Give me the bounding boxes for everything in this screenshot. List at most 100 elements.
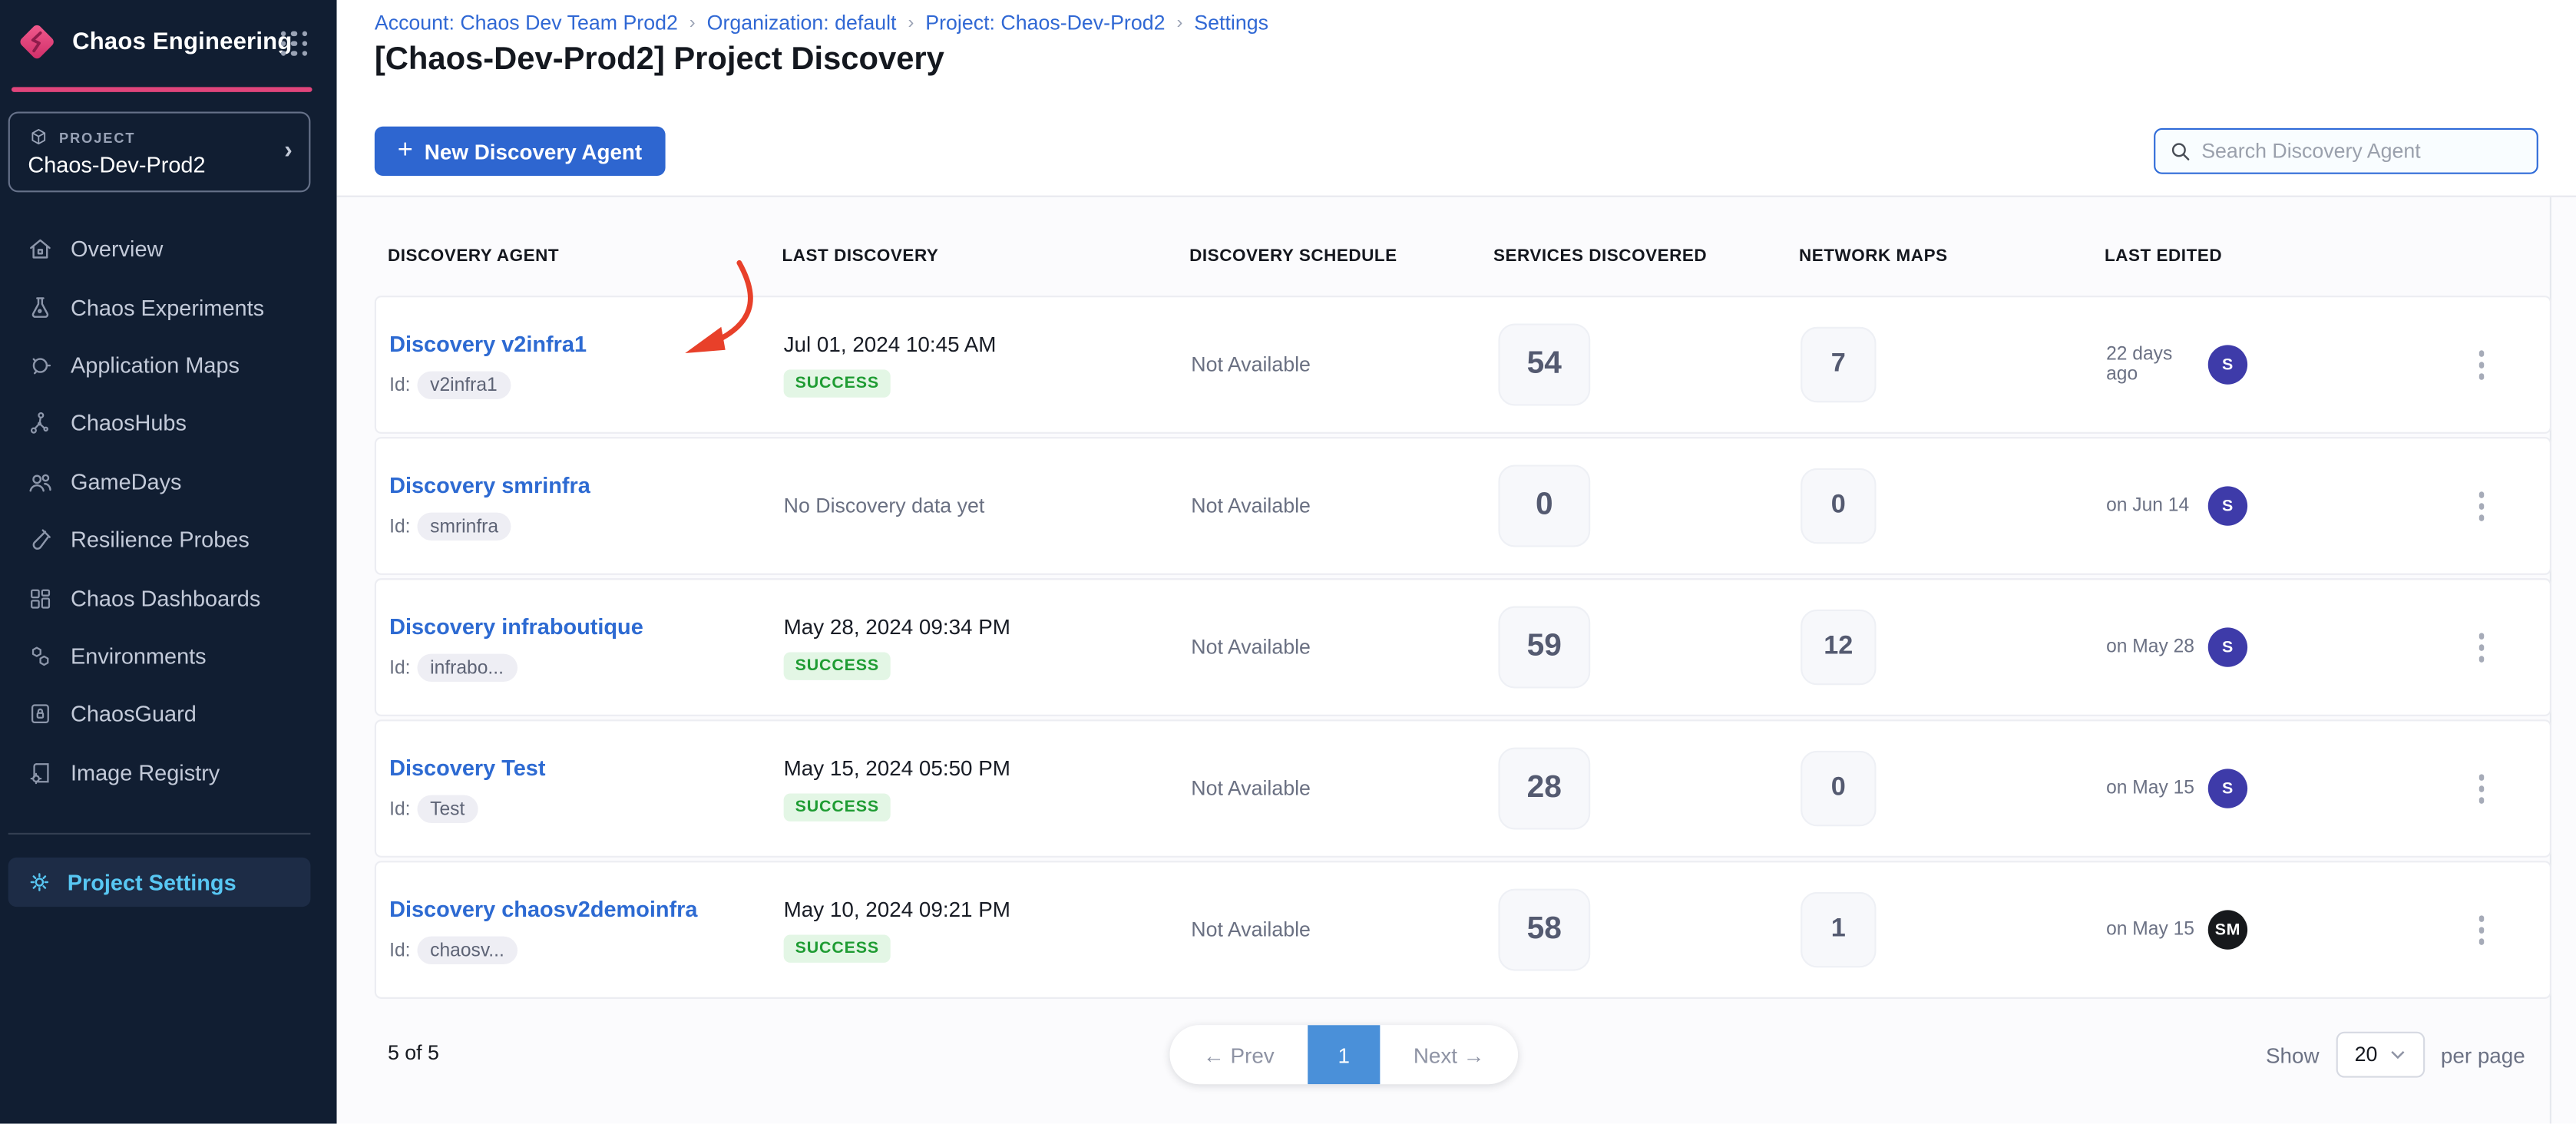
sidebar-item-label: ChaosGuard bbox=[71, 702, 197, 726]
page-size-select[interactable]: 20 bbox=[2336, 1032, 2425, 1078]
sidebar-item-image-registry[interactable]: Image Registry bbox=[0, 743, 337, 802]
brand-header: Chaos Engineering bbox=[0, 0, 337, 87]
network-maps-count: 0 bbox=[1801, 468, 1876, 544]
chaos-engineering-app: Chaos Engineering PROJECT Chaos-Dev-Prod… bbox=[0, 0, 2576, 1124]
avatar[interactable]: S bbox=[2208, 486, 2247, 525]
new-discovery-agent-button[interactable]: + New Discovery Agent bbox=[375, 127, 665, 176]
sidebar-item-overview[interactable]: Overview bbox=[0, 220, 337, 279]
last-discovery-cell: No Discovery data yet bbox=[784, 494, 1192, 517]
discovery-schedule-cell: Not Available bbox=[1191, 636, 1495, 659]
agent-id: Id:smrinfra bbox=[389, 513, 784, 541]
accent-bar bbox=[12, 87, 312, 91]
search-input[interactable] bbox=[2201, 140, 2523, 163]
sidebar-item-application-maps[interactable]: Application Maps bbox=[0, 336, 337, 395]
last-edited-text: on May 15 bbox=[2106, 920, 2208, 940]
sidebar-item-label: Resilience Probes bbox=[71, 527, 250, 552]
sidebar-item-label: Overview bbox=[71, 237, 163, 262]
discovery-agent-link[interactable]: Discovery v2infra1 bbox=[389, 332, 587, 356]
discovery-schedule-cell: Not Available bbox=[1191, 918, 1495, 941]
prev-page-button[interactable]: ← Prev bbox=[1169, 1043, 1308, 1067]
app-title: Chaos Engineering bbox=[72, 30, 292, 56]
table-row: Discovery Test Id:Test May 15, 2024 05:5… bbox=[375, 719, 2551, 858]
project-selector[interactable]: PROJECT Chaos-Dev-Prod2 › bbox=[8, 111, 311, 192]
table-row: Discovery smrinfra Id:smrinfra No Discov… bbox=[375, 437, 2551, 575]
discovery-agent-link[interactable]: Discovery Test bbox=[389, 755, 545, 780]
last-discovery-cell: May 28, 2024 09:34 PM SUCCESS bbox=[784, 614, 1192, 680]
avatar[interactable]: S bbox=[2208, 345, 2247, 384]
sidebar-item-label: GameDays bbox=[71, 469, 181, 494]
project-name: Chaos-Dev-Prod2 bbox=[28, 153, 205, 177]
sidebar-item-resilience-probes[interactable]: Resilience Probes bbox=[0, 511, 337, 569]
row-menu-button[interactable] bbox=[2472, 909, 2491, 951]
table-row: Discovery infraboutique Id:infrabo... Ma… bbox=[375, 578, 2551, 716]
users-icon bbox=[26, 468, 54, 495]
sidebar-item-chaos-dashboards[interactable]: Chaos Dashboards bbox=[0, 569, 337, 627]
breadcrumb-item[interactable]: Settings bbox=[1194, 12, 1268, 35]
breadcrumb-separator: › bbox=[689, 13, 696, 33]
sidebar-item-gamedays[interactable]: GameDays bbox=[0, 453, 337, 511]
registry-icon bbox=[26, 759, 54, 786]
sidebar-nav: Overview Chaos Experiments Application M… bbox=[0, 220, 337, 802]
sidebar-item-environments[interactable]: Environments bbox=[0, 627, 337, 686]
avatar[interactable]: SM bbox=[2208, 910, 2247, 949]
services-count: 28 bbox=[1498, 748, 1590, 830]
breadcrumb: Account: Chaos Dev Team Prod2 › Organizati… bbox=[375, 12, 1268, 35]
row-menu-button[interactable] bbox=[2472, 768, 2491, 810]
status-badge: SUCCESS bbox=[784, 793, 891, 821]
sidebar-item-project-settings[interactable]: Project Settings bbox=[8, 858, 311, 907]
project-label: PROJECT bbox=[59, 129, 135, 145]
discovery-agent-link[interactable]: Discovery chaosv2demoinfra bbox=[389, 897, 697, 921]
services-discovered-cell: 0 bbox=[1495, 465, 1801, 547]
sidebar: Chaos Engineering PROJECT Chaos-Dev-Prod… bbox=[0, 0, 337, 1124]
last-edited-text: on May 28 bbox=[2106, 637, 2208, 657]
row-menu-button[interactable] bbox=[2472, 344, 2491, 386]
chevron-down-icon bbox=[2391, 1050, 2406, 1060]
pagination: 5 of 5 ← Prev 1 Next → Show 20 per page bbox=[375, 1022, 2551, 1088]
discovery-schedule-cell: Not Available bbox=[1191, 353, 1495, 376]
current-page-button[interactable]: 1 bbox=[1308, 1025, 1380, 1084]
guard-icon bbox=[26, 700, 54, 728]
row-menu-button[interactable] bbox=[2472, 626, 2491, 669]
network-maps-count: 7 bbox=[1801, 327, 1876, 402]
breadcrumb-item[interactable]: Account: Chaos Dev Team Prod2 bbox=[375, 12, 678, 35]
no-discovery-data-text: No Discovery data yet bbox=[784, 494, 1192, 517]
last-discovery-date: Jul 01, 2024 10:45 AM bbox=[784, 332, 1192, 356]
agent-cell: Discovery v2infra1 Id:v2infra1 bbox=[376, 330, 784, 399]
next-page-button[interactable]: Next → bbox=[1380, 1043, 1518, 1067]
flask-icon bbox=[26, 293, 54, 321]
last-edited-text: on May 15 bbox=[2106, 779, 2208, 798]
breadcrumb-item[interactable]: Project: Chaos-Dev-Prod2 bbox=[925, 12, 1165, 35]
column-header-services-discovered: SERVICES DISCOVERED bbox=[1493, 246, 1799, 266]
discovery-agent-link[interactable]: Discovery infraboutique bbox=[389, 614, 643, 639]
column-header-last-discovery: LAST DISCOVERY bbox=[782, 246, 1189, 266]
home-icon bbox=[26, 235, 54, 263]
services-count: 59 bbox=[1498, 607, 1590, 689]
search-icon bbox=[2168, 140, 2191, 163]
services-count: 54 bbox=[1498, 324, 1590, 406]
discovery-agent-link[interactable]: Discovery smrinfra bbox=[389, 473, 590, 498]
per-page-label: per page bbox=[2441, 1043, 2525, 1067]
agent-cell: Discovery smrinfra Id:smrinfra bbox=[376, 471, 784, 541]
sidebar-item-chaos-experiments[interactable]: Chaos Experiments bbox=[0, 278, 337, 336]
sidebar-item-label: Project Settings bbox=[68, 870, 236, 894]
agent-id: Id:chaosv... bbox=[389, 937, 784, 964]
column-header-discovery-agent: DISCOVERY AGENT bbox=[375, 246, 782, 266]
column-header-network-maps: NETWORK MAPS bbox=[1799, 246, 2105, 266]
row-menu-button[interactable] bbox=[2472, 485, 2491, 527]
last-edited-text: on Jun 14 bbox=[2106, 496, 2208, 516]
avatar[interactable]: S bbox=[2208, 627, 2247, 666]
chaos-engineering-logo-icon bbox=[15, 20, 59, 72]
sidebar-item-chaosguard[interactable]: ChaosGuard bbox=[0, 686, 337, 744]
breadcrumb-item[interactable]: Organization: default bbox=[707, 12, 897, 35]
last-discovery-date: May 28, 2024 09:34 PM bbox=[784, 614, 1192, 639]
table-row: Discovery v2infra1 Id:v2infra1 Jul 01, 2… bbox=[375, 296, 2551, 434]
module-grid-icon[interactable] bbox=[280, 31, 309, 56]
sidebar-item-chaoshubs[interactable]: ChaosHubs bbox=[0, 395, 337, 453]
avatar[interactable]: S bbox=[2208, 769, 2247, 808]
network-maps-cell: 7 bbox=[1801, 327, 2106, 402]
network-maps-cell: 0 bbox=[1801, 751, 2106, 826]
agent-id: Id:v2infra1 bbox=[389, 372, 784, 399]
last-discovery-cell: May 10, 2024 09:21 PM SUCCESS bbox=[784, 897, 1192, 963]
sidebar-item-label: Image Registry bbox=[71, 760, 220, 785]
gear-icon bbox=[26, 869, 52, 895]
